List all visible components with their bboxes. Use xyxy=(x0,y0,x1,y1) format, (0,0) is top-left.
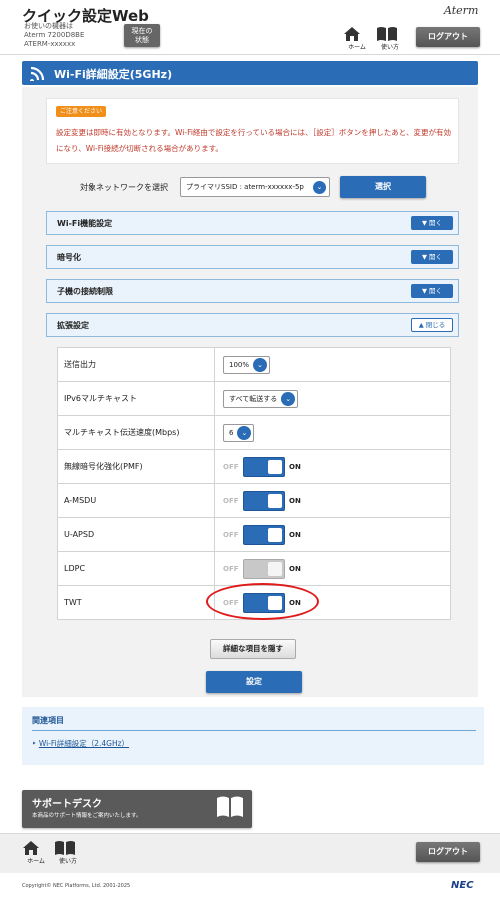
section-wifi-function[interactable]: Wi-Fi機能設定 ▼ 開く xyxy=(46,211,459,235)
close-button[interactable]: ▲ 閉じる xyxy=(411,318,453,332)
toggle-off-label: OFF xyxy=(223,564,239,573)
section-label: 子機の接続制限 xyxy=(57,287,113,296)
amsdu-label: A-MSDU xyxy=(57,483,215,518)
table-row: 無線暗号化強化(PMF) OFF ON xyxy=(57,449,451,484)
device-label: お使いの機器は xyxy=(24,22,73,30)
apply-button[interactable]: 設定 xyxy=(206,671,302,693)
toggle-on-label: ON xyxy=(289,530,301,539)
section-label: 暗号化 xyxy=(57,253,81,262)
multicast-rate-value: 6 xyxy=(229,428,234,437)
book-icon xyxy=(377,27,397,41)
section-label: Wi-Fi機能設定 xyxy=(57,219,113,228)
chevron-down-icon: ⌄ xyxy=(237,425,252,440)
book-icon xyxy=(55,841,75,855)
multicast-rate-select[interactable]: 6 ⌄ xyxy=(223,423,255,442)
network-select[interactable]: プライマリSSID : aterm-xxxxxx-5p ⌄ xyxy=(180,177,330,197)
home-label: ホーム xyxy=(348,44,366,51)
copyright: Copyright© NEC Platforms, Ltd. 2001-2025 xyxy=(22,883,131,889)
ipv6-multicast-select[interactable]: すべて転送する ⌄ xyxy=(223,389,299,408)
home-icon xyxy=(344,27,360,41)
notice-badge: ご注意ください xyxy=(56,106,107,117)
home-icon xyxy=(23,841,39,855)
support-title: サポートデスク xyxy=(32,799,102,810)
multicast-rate-label: マルチキャスト伝送速度(Mbps) xyxy=(57,415,215,450)
brand-logo: Aterm xyxy=(444,4,479,17)
related-title: 関連項目 xyxy=(32,716,64,725)
toggle-off-label: OFF xyxy=(223,496,239,505)
header: クイック設定Web お使いの機器は Aterm 7200D8BE ATERM-x… xyxy=(0,0,500,55)
tx-power-label: 送信出力 xyxy=(57,347,215,382)
footer-home-nav[interactable]: ホーム xyxy=(22,840,50,865)
ipv6-multicast-value: すべて転送する xyxy=(229,394,278,403)
twt-label: TWT xyxy=(57,585,215,620)
ldpc-toggle[interactable] xyxy=(243,558,285,579)
notice-box: ご注意ください 設定変更は即時に有効となります。Wi-Fi経由で設定を行っている… xyxy=(46,98,459,164)
home-label: ホーム xyxy=(27,858,45,865)
divider xyxy=(32,730,476,731)
nec-logo: NEC xyxy=(451,880,474,891)
support-subtitle: 本商品のサポート情報をご案内いたします。 xyxy=(32,813,142,819)
support-desk-banner[interactable]: サポートデスク 本商品のサポート情報をご案内いたします。 xyxy=(22,790,252,828)
toggle-on-label: ON xyxy=(289,462,301,471)
book-icon xyxy=(217,796,243,817)
notice-text: 設定変更は即時に有効となります。Wi-Fi経由で設定を行っている場合には、［設定… xyxy=(56,128,451,153)
ipv6-multicast-label: IPv6マルチキャスト xyxy=(57,381,215,416)
page-title-bar: Wi-Fi詳細設定(5GHz) xyxy=(22,61,478,85)
device-model: Aterm 7200D8BE xyxy=(24,31,85,39)
uapsd-toggle[interactable] xyxy=(243,524,285,545)
howto-label: 使い方 xyxy=(380,44,399,51)
table-row: LDPC OFF ON xyxy=(57,551,451,586)
chevron-down-icon: ⌄ xyxy=(281,391,296,406)
table-row: 送信出力 100% ⌄ xyxy=(57,347,451,382)
open-button[interactable]: ▼ 開く xyxy=(411,284,453,298)
howto-label: 使い方 xyxy=(58,858,77,865)
chevron-down-icon: ⌄ xyxy=(313,181,326,194)
select-network-button[interactable]: 選択 xyxy=(340,176,426,198)
hide-details-button[interactable]: 詳細な項目を隠す xyxy=(210,639,296,659)
footer-bar: ホーム 使い方 ログアウト xyxy=(0,833,500,873)
status-button-line2: 状態 xyxy=(135,36,149,44)
table-row: A-MSDU OFF ON xyxy=(57,483,451,518)
section-label: 拡張設定 xyxy=(57,321,89,330)
current-status-button[interactable]: 現在の 状態 xyxy=(124,24,160,47)
network-select-label: 対象ネットワークを選択 xyxy=(80,183,168,192)
toggle-off-label: OFF xyxy=(223,462,239,471)
device-info: お使いの機器は Aterm 7200D8BE ATERM-xxxxxx xyxy=(24,22,84,49)
table-row: マルチキャスト伝送速度(Mbps) 6 ⌄ xyxy=(57,415,451,450)
section-encryption[interactable]: 暗号化 ▼ 開く xyxy=(46,245,459,269)
footer-howto-nav[interactable]: 使い方 xyxy=(54,840,82,865)
howto-nav[interactable]: 使い方 xyxy=(376,26,404,51)
toggle-on-label: ON xyxy=(289,496,301,505)
table-row: U-APSD OFF ON xyxy=(57,517,451,552)
table-row: IPv6マルチキャスト すべて転送する ⌄ xyxy=(57,381,451,416)
network-select-value: プライマリSSID : aterm-xxxxxx-5p xyxy=(186,183,304,191)
advanced-settings-table: 送信出力 100% ⌄ IPv6マルチキャスト すべて転送する ⌄ マルチキャス… xyxy=(57,347,451,620)
home-nav[interactable]: ホーム xyxy=(343,26,371,51)
toggle-on-label: ON xyxy=(289,564,301,573)
wifi-icon xyxy=(30,66,45,81)
uapsd-label: U-APSD xyxy=(57,517,215,552)
footer-logout-button[interactable]: ログアウト xyxy=(416,842,480,862)
amsdu-toggle[interactable] xyxy=(243,490,285,511)
section-advanced[interactable]: 拡張設定 ▲ 閉じる xyxy=(46,313,459,337)
highlight-annotation xyxy=(206,583,319,620)
tx-power-select[interactable]: 100% ⌄ xyxy=(223,355,271,374)
ldpc-label: LDPC xyxy=(57,551,215,586)
page-title: Wi-Fi詳細設定(5GHz) xyxy=(54,68,173,81)
related-link-wifi-24ghz[interactable]: ‣ Wi-Fi詳細設定（2.4GHz） xyxy=(32,738,129,749)
status-button-line1: 現在の xyxy=(131,27,153,35)
chevron-down-icon: ⌄ xyxy=(253,357,268,372)
section-client-restriction[interactable]: 子機の接続制限 ▼ 開く xyxy=(46,279,459,303)
toggle-off-label: OFF xyxy=(223,530,239,539)
open-button[interactable]: ▼ 開く xyxy=(411,250,453,264)
pmf-toggle[interactable] xyxy=(243,456,285,477)
open-button[interactable]: ▼ 開く xyxy=(411,216,453,230)
device-name: ATERM-xxxxxx xyxy=(24,40,76,48)
pmf-label: 無線暗号化強化(PMF) xyxy=(57,449,215,484)
logout-button[interactable]: ログアウト xyxy=(416,27,480,47)
tx-power-value: 100% xyxy=(229,360,250,369)
related-items: 関連項目 ‣ Wi-Fi詳細設定（2.4GHz） xyxy=(22,707,484,765)
